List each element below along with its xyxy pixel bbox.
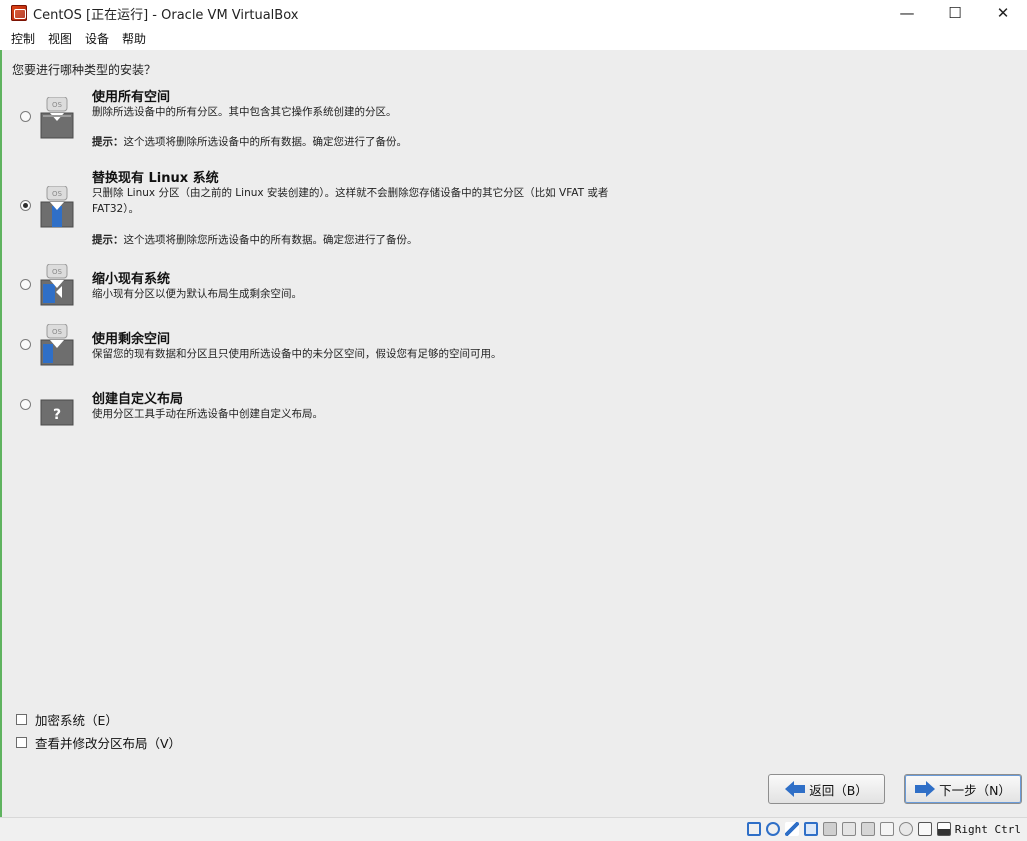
title-bar: CentOS [正在运行] - Oracle VM VirtualBox — ☐… (0, 0, 1027, 26)
network-icon[interactable] (803, 822, 818, 836)
mouse-integration-icon[interactable] (917, 822, 932, 836)
menu-help[interactable]: 帮助 (117, 30, 154, 47)
cpu-icon[interactable] (898, 822, 913, 836)
keyboard-capture-icon[interactable] (936, 822, 951, 836)
next-button[interactable]: 下一步（N） (904, 774, 1022, 804)
optical-drive-icon[interactable] (765, 822, 780, 836)
os-disk-free-space-icon: OS (40, 324, 74, 366)
status-bar: Right Ctrl (0, 817, 1027, 841)
arrow-left-icon (785, 781, 806, 797)
hint-text: 这个选项将删除所选设备中的所有数据。确定您进行了备份。 (123, 136, 408, 148)
encrypt-system-label: 加密系统（E） (35, 713, 118, 728)
checkbox-box[interactable] (16, 737, 27, 748)
option-hint: 提示：这个选项将删除您所选设备中的所有数据。确定您进行了备份。 (92, 232, 418, 247)
shared-folders-icon[interactable] (841, 822, 856, 836)
menu-devices[interactable]: 设备 (80, 30, 117, 47)
recording-icon[interactable] (879, 822, 894, 836)
hint-label: 提示： (92, 234, 124, 246)
svg-text:OS: OS (52, 101, 63, 109)
window-title: CentOS [正在运行] - Oracle VM VirtualBox (33, 7, 299, 23)
option-desc: 使用分区工具手动在所选设备中创建自定义布局。 (92, 408, 323, 420)
option-title: 使用所有空间 (92, 90, 171, 105)
radio-use-free-space[interactable] (20, 339, 31, 350)
option-hint: 提示：这个选项将删除所选设备中的所有数据。确定您进行了备份。 (92, 134, 407, 149)
radio-shrink-system[interactable] (20, 279, 31, 290)
svg-text:OS: OS (52, 268, 63, 276)
menu-bar: 控制 视图 设备 帮助 (0, 27, 1027, 49)
audio-icon[interactable] (784, 822, 799, 836)
back-button[interactable]: 返回（B） (768, 774, 885, 804)
virtualbox-icon (11, 5, 27, 21)
minimize-button[interactable]: — (883, 0, 931, 26)
option-title: 使用剩余空间 (92, 332, 171, 347)
next-button-label: 下一步（N） (939, 782, 1011, 798)
install-type-question: 您要进行哪种类型的安装？ (12, 63, 157, 77)
svg-text:OS: OS (52, 328, 63, 336)
hint-text: 这个选项将删除您所选设备中的所有数据。确定您进行了备份。 (123, 234, 418, 246)
arrow-right-icon (915, 781, 936, 797)
option-desc: 删除所选设备中的所有分区。其中包含其它操作系统创建的分区。 (92, 106, 397, 118)
radio-use-all-space[interactable] (20, 111, 31, 122)
radio-custom-layout[interactable] (20, 399, 31, 410)
option-desc: 只删除 Linux 分区（由之前的 Linux 安装创建的）。这样就不会删除您存… (92, 187, 609, 215)
question-disk-icon: ? (40, 399, 74, 426)
review-layout-checkbox[interactable]: 查看并修改分区布局（V） (16, 733, 181, 752)
checkbox-box[interactable] (16, 714, 27, 725)
option-desc: 保留您的现有数据和分区且只使用所选设备中的未分区空间，假设您有足够的空间可用。 (92, 348, 502, 360)
encrypt-system-checkbox[interactable]: 加密系统（E） (16, 710, 118, 729)
option-title: 缩小现有系统 (92, 272, 171, 287)
menu-control[interactable]: 控制 (0, 30, 43, 47)
usb-icon[interactable] (822, 822, 837, 836)
os-disk-shrink-icon: OS (40, 264, 74, 306)
close-button[interactable]: ✕ (979, 0, 1027, 26)
vm-screen: 您要进行哪种类型的安装？ OS 使用所有空间 删除所选设备中的所有分区。其中包含… (0, 50, 1027, 817)
radio-replace-linux[interactable] (20, 200, 31, 211)
option-title: 创建自定义布局 (92, 392, 184, 407)
svg-text:?: ? (53, 407, 61, 423)
status-tray: Right Ctrl (742, 822, 1021, 836)
hint-label: 提示： (92, 136, 124, 148)
hard-disk-icon[interactable] (746, 822, 761, 836)
host-key-label: Right Ctrl (954, 822, 1021, 836)
option-desc: 缩小现有分区以便为默认布局生成剩余空间。 (92, 288, 302, 300)
svg-text:OS: OS (52, 190, 63, 198)
back-button-label: 返回（B） (809, 782, 868, 798)
menu-view[interactable]: 视图 (43, 30, 80, 47)
display-icon[interactable] (860, 822, 875, 836)
os-disk-full-icon: OS (40, 97, 74, 139)
option-title: 替换现有 Linux 系统 (92, 171, 219, 186)
window-controls: — ☐ ✕ (883, 0, 1027, 26)
review-layout-label: 查看并修改分区布局（V） (35, 736, 182, 751)
os-disk-replace-icon: OS (40, 186, 74, 228)
maximize-button[interactable]: ☐ (931, 0, 979, 26)
